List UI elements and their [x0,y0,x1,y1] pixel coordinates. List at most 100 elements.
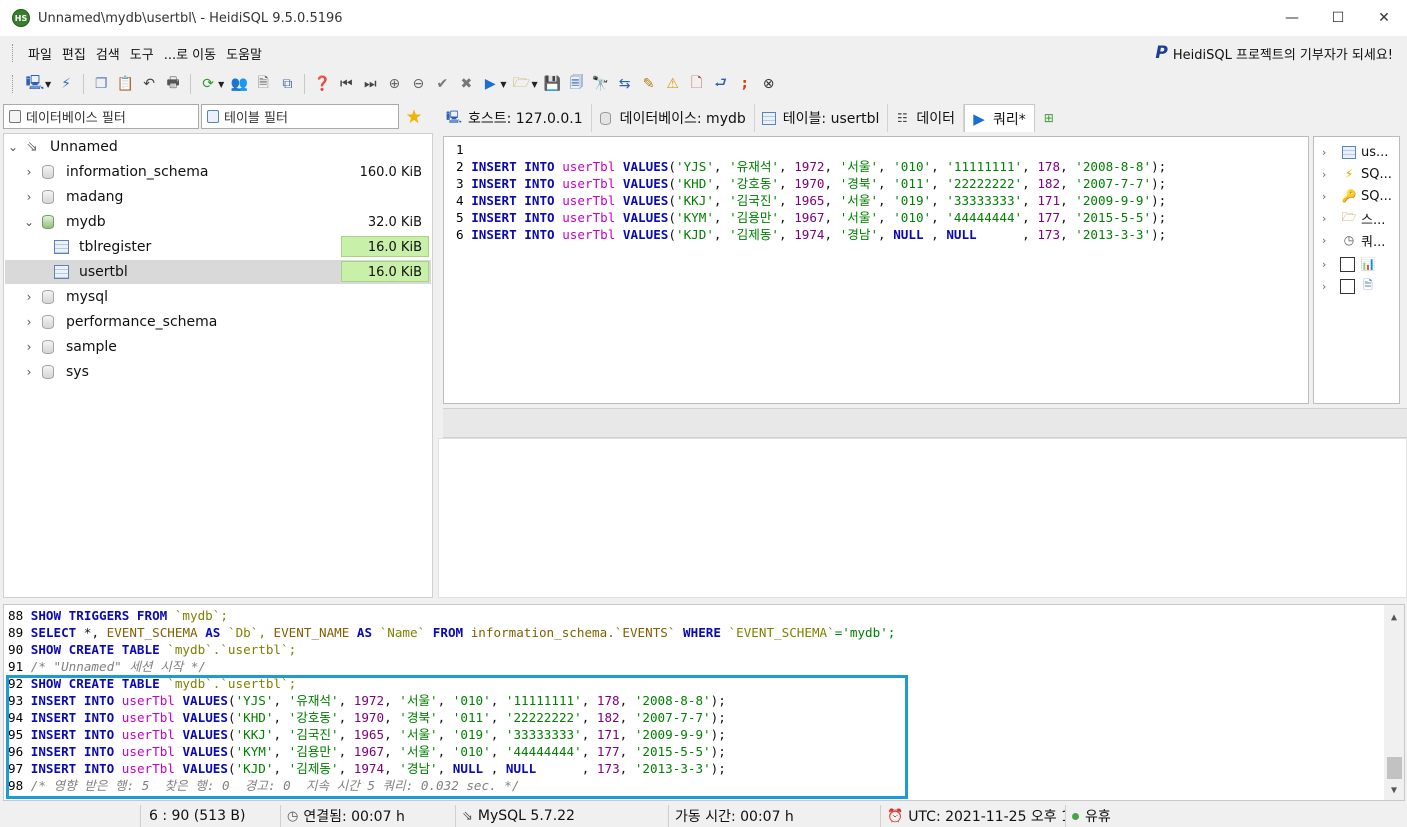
tab-database[interactable]: 데이터베이스: mydb [592,104,755,132]
post-icon[interactable]: ✔ [432,74,452,94]
menu-help[interactable]: 도움말 [221,44,267,63]
load-dropdown-icon[interactable]: ▼ [531,80,537,89]
keyword: INSERT [471,193,517,208]
tab-query[interactable]: ▶ 쿼리* [964,104,1035,132]
tree-node-sys[interactable]: › sys [22,360,89,384]
paste-icon[interactable]: 📋 [115,74,135,94]
chevron-right-icon[interactable]: › [22,340,36,354]
copy-icon[interactable]: ❐ [91,74,111,94]
tree-node-mydb[interactable]: ⌄ mydb 32.0 KiB [22,210,430,234]
session-dropdown-icon[interactable]: ▼ [45,80,51,89]
menu-search[interactable]: 검색 [91,44,125,63]
chevron-right-icon[interactable]: › [22,165,36,179]
chevron-down-icon[interactable]: ⌄ [6,140,20,154]
menu-file[interactable]: 파일 [23,44,57,63]
scroll-thumb[interactable] [1387,757,1402,779]
string-literal: '2013-3-3' [1075,227,1152,242]
profiling-checkbox[interactable] [1340,256,1355,272]
tree-node-label: information_schema [66,164,209,180]
replace-icon[interactable]: ⇆ [615,74,635,94]
execute-query-icon[interactable]: ▶ [480,74,500,94]
comment: /* "Unnamed" 세션 시작 */ [30,659,207,674]
keyword: VALUES [622,193,669,208]
chevron-right-icon[interactable]: › [22,315,36,329]
maximize-button[interactable]: ☐ [1315,0,1361,36]
tree-node-usertbl[interactable]: usertbl 16.0 KiB [54,260,430,284]
tab-label: 호스트: 127.0.0.1 [468,111,583,127]
scroll-down-icon[interactable]: ▼ [1384,780,1404,800]
tab-data[interactable]: ☷ 데이터 [888,104,965,132]
insert-row-icon[interactable]: ⊕ [384,74,404,94]
menu-goto[interactable]: ...로 이동 [159,44,221,63]
tree-node-performance-schema[interactable]: › performance_schema [22,310,218,334]
scroll-up-icon[interactable]: ▲ [1384,607,1404,627]
helper-explain[interactable]: › 🗎 [1322,275,1380,297]
query-editor[interactable]: 1 2 INSERT INTO userTbl VALUES('YJS', '유… [443,136,1309,404]
tree-node-sample[interactable]: › sample [22,335,117,359]
line-number: 88 [8,608,24,623]
tree-node-mysql[interactable]: › mysql [22,285,108,309]
refresh-dropdown-icon[interactable]: ▼ [218,80,224,89]
database-filter-input[interactable]: 데이터베이스 필터 [3,104,199,129]
table-icon [54,265,69,279]
wrap-icon[interactable]: ⮐ [711,74,731,94]
print-icon[interactable]: 🖶 [163,74,183,94]
undo-icon[interactable]: ↶ [139,74,159,94]
execute-dropdown-icon[interactable]: ▼ [500,80,506,89]
last-record-icon[interactable]: ⏭ [360,74,380,94]
maintenance-icon[interactable]: 🗎 [253,74,273,94]
stop-icon[interactable]: ⊗ [759,74,779,94]
sql-log-panel[interactable]: 88 SHOW TRIGGERS FROM `mydb`; 89 SELECT … [3,604,1405,801]
chevron-right-icon[interactable]: › [22,365,36,379]
tree-node-information-schema[interactable]: › information_schema 160.0 KiB [22,160,430,184]
chevron-right-icon[interactable]: › [22,190,36,204]
menu-grip [12,44,15,62]
snippet-icon: 🗁 [1341,209,1357,224]
explain-checkbox[interactable] [1340,278,1355,294]
find-icon[interactable]: 🔭 [591,74,611,94]
helper-snippets[interactable]: › 🗁 스... [1322,207,1385,229]
log-scrollbar[interactable]: ▲ ▼ [1384,605,1404,800]
donate-link[interactable]: P HeidiSQL 프로젝트의 기부자가 되세요! [1155,43,1393,63]
tree-node-tblregister[interactable]: tblregister 16.0 KiB [54,235,430,259]
string-literal: '서울' [839,193,879,208]
help-icon[interactable]: ❓ [312,74,332,94]
first-record-icon[interactable]: ⏮ [336,74,356,94]
hex-icon[interactable]: 🗋 [687,74,707,94]
keyword: INTO [524,227,555,242]
save-icon[interactable]: 💾 [543,74,563,94]
helper-sql-functions[interactable]: › ⚡ SQ... [1322,163,1392,185]
user-manager-icon[interactable]: 👥 [229,74,249,94]
disconnect-icon[interactable]: ⚡ [56,74,76,94]
session-manager-icon[interactable]: 🖳 [25,74,45,94]
delete-row-icon[interactable]: ⊖ [408,74,428,94]
tree-node-root[interactable]: ⌄ ⇘ Unnamed [6,135,118,159]
helper-columns[interactable]: › us... [1322,141,1388,163]
edit-icon[interactable]: ✎ [639,74,659,94]
load-sql-icon[interactable]: 🗁 [511,74,531,94]
menu-tools[interactable]: 도구 [125,44,159,63]
semicolon-icon[interactable]: ; [735,74,755,94]
warning-icon[interactable]: ⚠ [663,74,683,94]
save-snippet-icon[interactable]: 🗐 [567,74,587,94]
helper-sql-keywords[interactable]: › 🔑 SQ... [1322,185,1392,207]
tab-host[interactable]: 🖳 호스트: 127.0.0.1 [440,104,592,132]
tab-table[interactable]: 테이블: usertbl [755,104,889,132]
export-icon[interactable]: ⧉ [277,74,297,94]
tree-node-madang[interactable]: › madang [22,185,124,209]
identifier: `mydb`.`usertbl`; [167,642,297,657]
helper-query-history[interactable]: › ◷ 쿼... [1322,229,1385,251]
number-literal: 182 [1037,176,1061,191]
cancel-icon[interactable]: ✖ [456,74,476,94]
refresh-icon[interactable]: ⟳ [198,74,218,94]
helper-profiling[interactable]: › 📊 [1322,253,1380,275]
menu-edit[interactable]: 편집 [57,44,91,63]
string-literal: '김용만' [729,210,780,225]
close-button[interactable]: ✕ [1361,0,1407,36]
chevron-down-icon[interactable]: ⌄ [22,215,36,229]
table-filter-input[interactable]: 테이블 필터 [201,104,399,129]
new-query-tab-button[interactable]: ⊞ [1035,104,1071,132]
chevron-right-icon[interactable]: › [22,290,36,304]
minimize-button[interactable]: — [1269,0,1315,36]
favorites-star-icon[interactable]: ★ [402,106,426,128]
